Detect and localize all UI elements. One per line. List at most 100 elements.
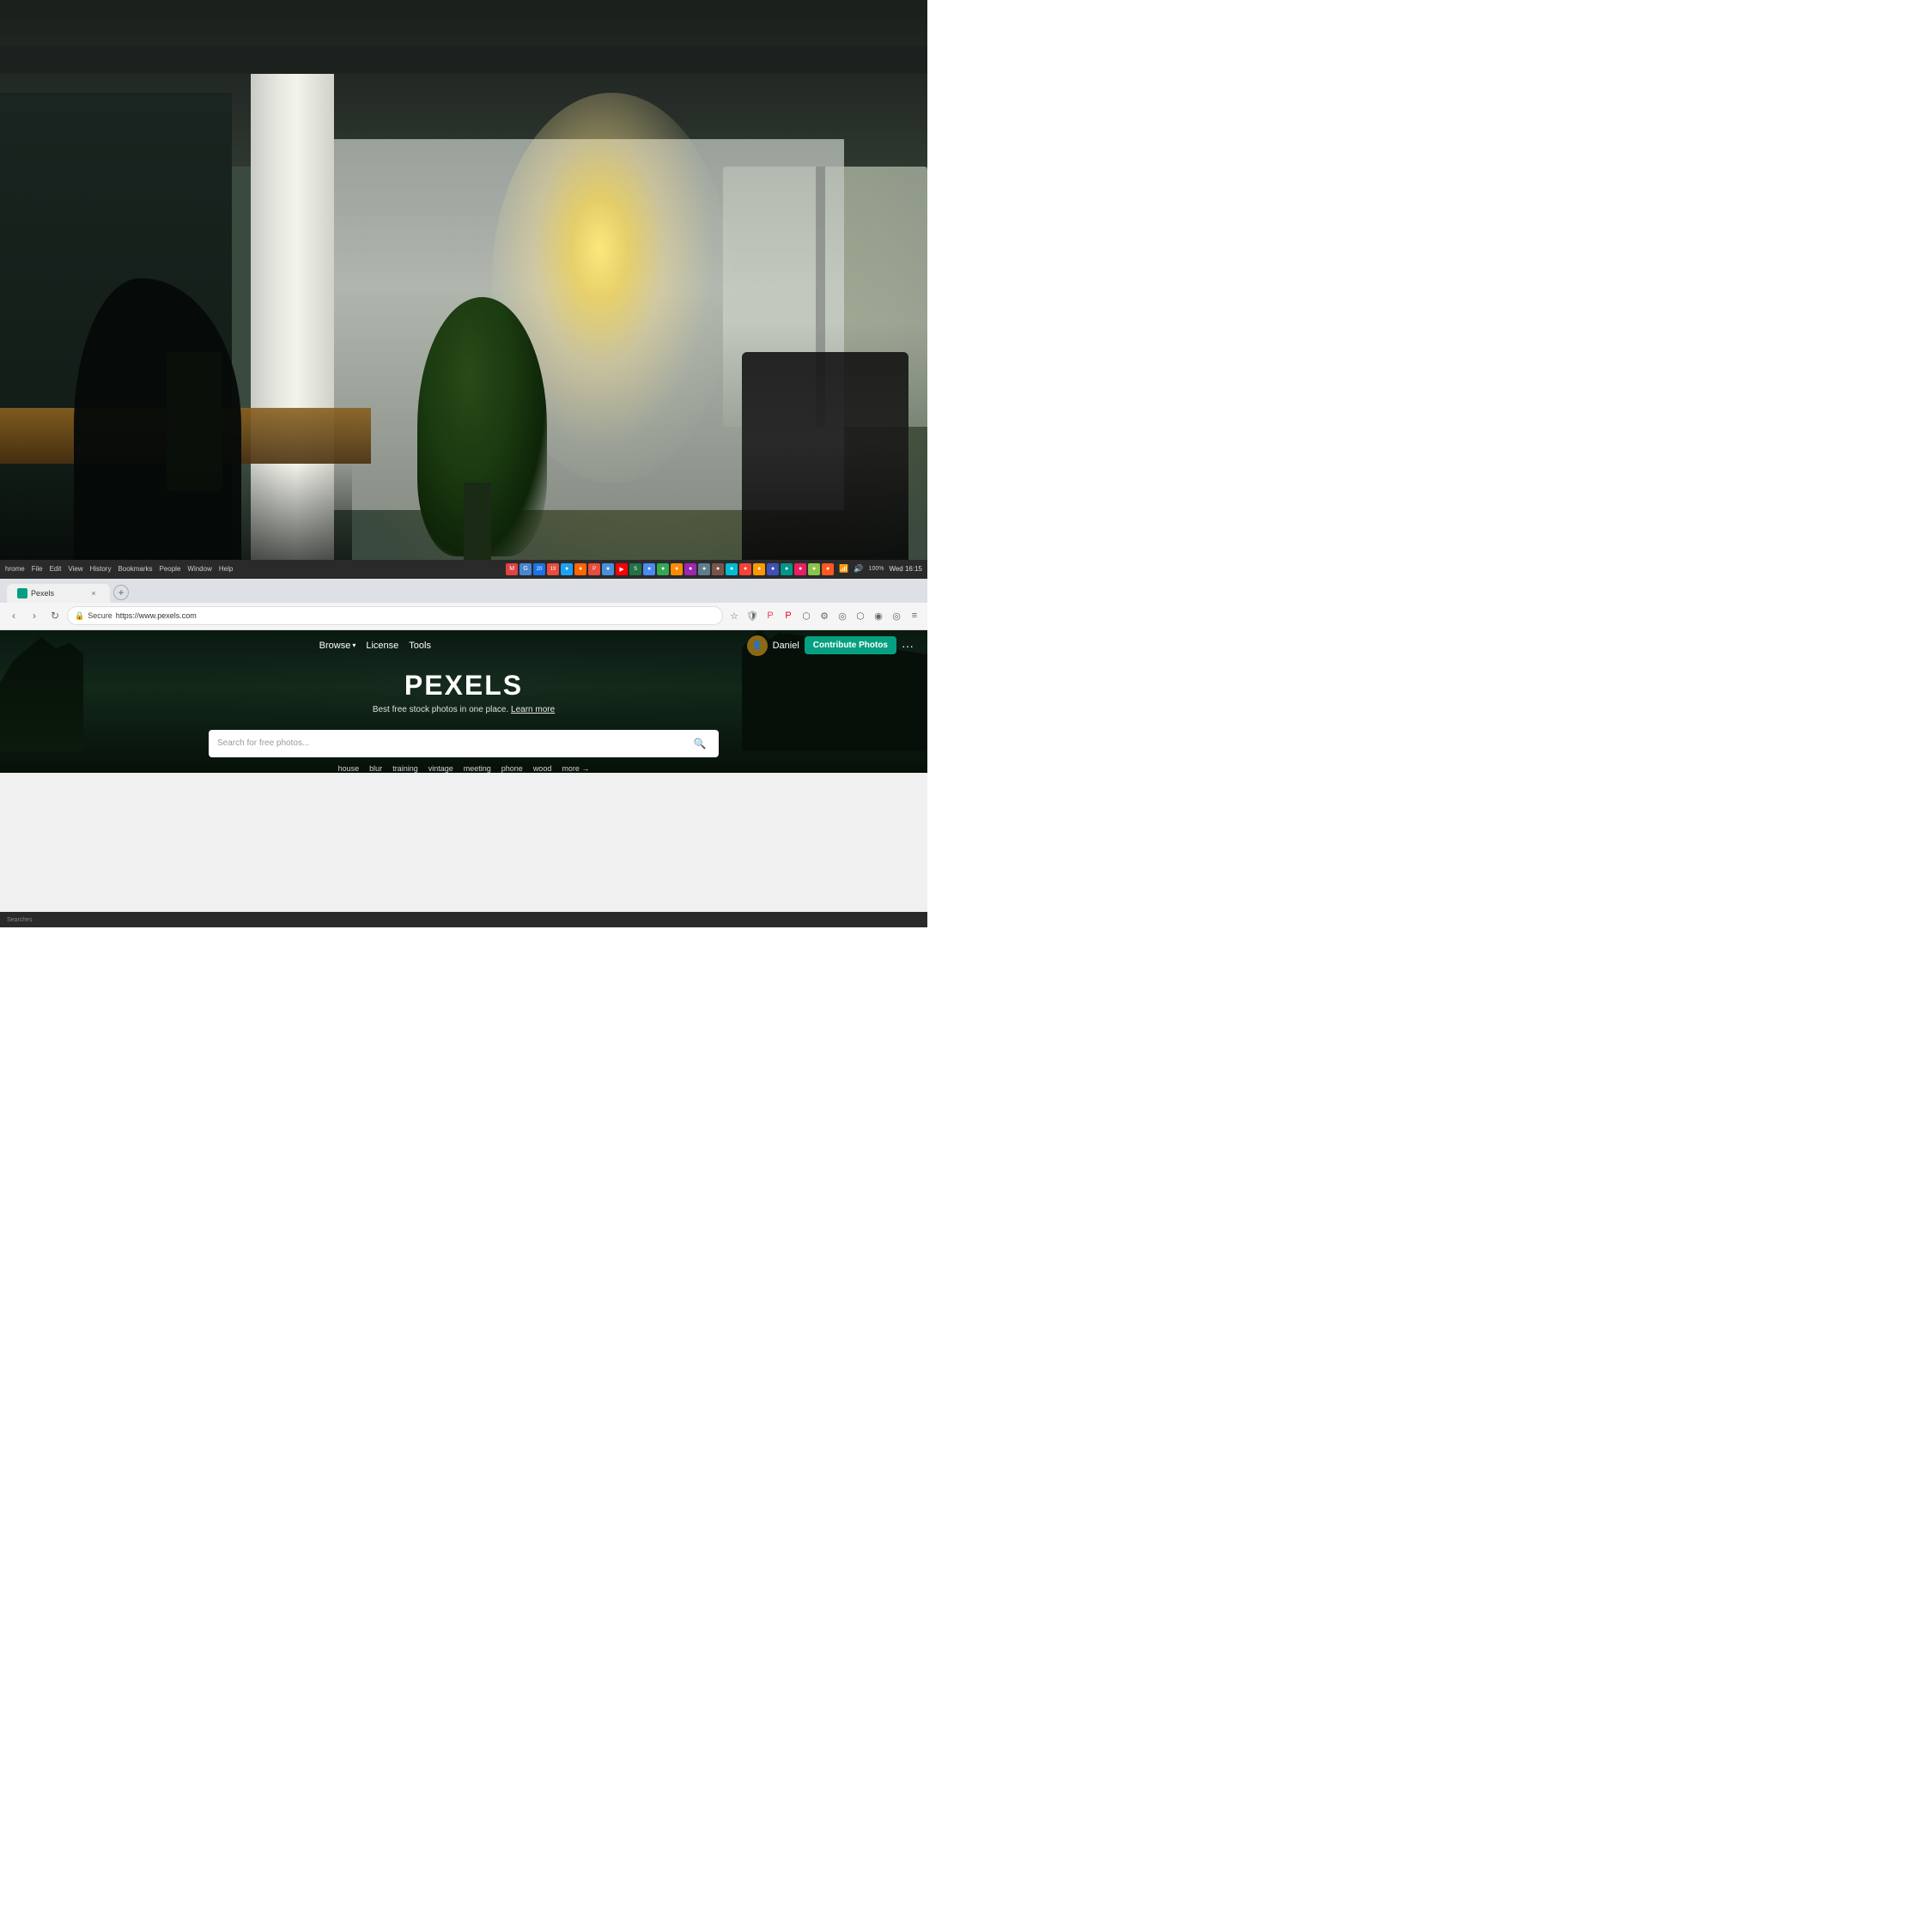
youtube-icon[interactable]: ▶ bbox=[616, 563, 628, 575]
ext-btn-3[interactable]: ◎ bbox=[835, 608, 850, 623]
taskbar-label: Searches bbox=[7, 917, 33, 923]
app-icon-5[interactable]: ● bbox=[657, 563, 669, 575]
search-bar-container: Search for free photos... 🔍 bbox=[0, 730, 927, 757]
system-menu-bar: hrome File Edit View History Bookmarks P… bbox=[0, 560, 927, 579]
clock: Wed 16:15 bbox=[889, 565, 922, 573]
username-label[interactable]: Daniel bbox=[773, 641, 799, 651]
gmail-icon[interactable]: M bbox=[506, 563, 518, 575]
menu-file[interactable]: File bbox=[32, 565, 43, 573]
app-icon-1[interactable]: ● bbox=[561, 563, 573, 575]
pexels-website: Browse ▾ License Tools 👤 Daniel Contribu… bbox=[0, 630, 927, 773]
pinterest-icon[interactable]: P bbox=[781, 608, 796, 623]
ext-btn-1[interactable]: ⬡ bbox=[799, 608, 814, 623]
bookmark-star-icon[interactable]: ☆ bbox=[726, 608, 742, 623]
ceiling-beam bbox=[0, 46, 927, 74]
pexels-tagline: Best free stock photos in one place. Lea… bbox=[0, 705, 927, 714]
tab-bar: Pexels × + bbox=[0, 579, 927, 603]
app-icon-10[interactable]: ● bbox=[726, 563, 738, 575]
google-icon[interactable]: G bbox=[519, 563, 532, 575]
suggestion-blur[interactable]: blur bbox=[369, 764, 382, 773]
app-icon-7[interactable]: ● bbox=[684, 563, 696, 575]
ext-btn-6[interactable]: ◎ bbox=[889, 608, 904, 623]
contribute-photos-button[interactable]: Contribute Photos bbox=[805, 636, 896, 654]
more-options-icon[interactable]: ··· bbox=[902, 639, 914, 653]
address-bar[interactable]: 🔒 Secure https://www.pexels.com bbox=[67, 606, 723, 625]
nav-right: 👤 Daniel Contribute Photos ··· bbox=[747, 635, 914, 656]
app-icon-17[interactable]: ● bbox=[822, 563, 834, 575]
suggestion-house[interactable]: house bbox=[338, 764, 360, 773]
url-text: https://www.pexels.com bbox=[116, 611, 197, 620]
chair bbox=[742, 352, 908, 574]
toolbar-right-buttons: ☆ 🛡 P P ⬡ ⚙ ◎ ⬡ ◉ ◎ ≡ bbox=[726, 608, 922, 623]
active-tab[interactable]: Pexels × bbox=[7, 584, 110, 603]
menu-window[interactable]: Window bbox=[187, 565, 211, 573]
tab-title: Pexels bbox=[31, 589, 54, 598]
app-icon-14[interactable]: ● bbox=[781, 563, 793, 575]
suggestion-wood[interactable]: wood bbox=[533, 764, 552, 773]
tab-close-button[interactable]: × bbox=[88, 587, 100, 599]
app-icon-4[interactable]: ● bbox=[643, 563, 655, 575]
app-icon-3[interactable]: ● bbox=[602, 563, 614, 575]
ext-btn-4[interactable]: ⬡ bbox=[853, 608, 868, 623]
tab-favicon bbox=[17, 588, 27, 598]
app-icon-9[interactable]: ● bbox=[712, 563, 724, 575]
volume-icon: 🔊 bbox=[854, 564, 863, 574]
app-icon-12[interactable]: ● bbox=[753, 563, 765, 575]
taskbar: Searches bbox=[0, 912, 927, 927]
pexels-logo: PEXELS bbox=[0, 670, 927, 702]
calendar-icon[interactable]: 20 bbox=[533, 563, 545, 575]
pocket-icon[interactable]: P bbox=[762, 608, 778, 623]
pdf-icon[interactable]: P bbox=[588, 563, 600, 575]
wifi-icon: 📶 bbox=[839, 564, 848, 574]
menu-help[interactable]: Help bbox=[219, 565, 233, 573]
search-suggestions: house blur training vintage meeting phon… bbox=[0, 764, 927, 773]
secure-label: Secure bbox=[88, 611, 112, 620]
new-tab-button[interactable]: + bbox=[113, 585, 129, 600]
learn-more-link[interactable]: Learn more bbox=[511, 705, 555, 714]
forward-button[interactable]: › bbox=[26, 607, 43, 624]
ext-btn-2[interactable]: ⚙ bbox=[817, 608, 832, 623]
address-bar-row: ‹ › ↻ 🔒 Secure https://www.pexels.com ☆ … bbox=[0, 603, 927, 630]
extension-icons: M G 20 19 ● ● P ● ▶ S ● ● ● ● ● ● ● ● ● … bbox=[506, 563, 834, 575]
suggestion-phone[interactable]: phone bbox=[501, 764, 523, 773]
pexels-navbar: Browse ▾ License Tools 👤 Daniel Contribu… bbox=[0, 630, 927, 661]
search-box[interactable]: Search for free photos... 🔍 bbox=[209, 730, 719, 757]
menu-history[interactable]: History bbox=[90, 565, 112, 573]
system-right-icons: M G 20 19 ● ● P ● ▶ S ● ● ● ● ● ● ● ● ● … bbox=[506, 563, 922, 575]
browse-nav-item[interactable]: Browse ▾ bbox=[319, 641, 356, 651]
app-icon-13[interactable]: ● bbox=[767, 563, 779, 575]
app-icon-15[interactable]: ● bbox=[794, 563, 806, 575]
user-avatar: 👤 bbox=[747, 635, 768, 656]
browse-chevron-icon: ▾ bbox=[352, 641, 355, 649]
browser-window: hrome File Edit View History Bookmarks P… bbox=[0, 560, 927, 912]
app-icon-2[interactable]: ● bbox=[574, 563, 586, 575]
search-submit-button[interactable]: 🔍 bbox=[690, 733, 710, 754]
app-icon-11[interactable]: ● bbox=[739, 563, 751, 575]
shields-icon[interactable]: 🛡 bbox=[744, 608, 760, 623]
battery-icon: 100% bbox=[869, 566, 884, 572]
more-extensions-icon[interactable]: ≡ bbox=[907, 608, 922, 623]
app-icon-8[interactable]: ● bbox=[698, 563, 710, 575]
menu-people[interactable]: People bbox=[159, 565, 180, 573]
license-nav-item[interactable]: License bbox=[366, 641, 398, 651]
pexels-hero: PEXELS Best free stock photos in one pla… bbox=[0, 661, 927, 730]
refresh-button[interactable]: ↻ bbox=[46, 607, 64, 624]
calendar2-icon[interactable]: 19 bbox=[547, 563, 559, 575]
suggestion-training[interactable]: training bbox=[392, 764, 418, 773]
search-input[interactable]: Search for free photos... bbox=[217, 738, 684, 748]
tools-nav-item[interactable]: Tools bbox=[409, 641, 431, 651]
suggestion-more[interactable]: more → bbox=[562, 764, 589, 773]
sheets-icon[interactable]: S bbox=[629, 563, 641, 575]
ext-btn-5[interactable]: ◉ bbox=[871, 608, 886, 623]
menu-edit[interactable]: Edit bbox=[50, 565, 62, 573]
menu-bookmarks[interactable]: Bookmarks bbox=[118, 565, 152, 573]
suggestion-vintage[interactable]: vintage bbox=[428, 764, 453, 773]
app-icon-6[interactable]: ● bbox=[671, 563, 683, 575]
menu-items: hrome File Edit View History Bookmarks P… bbox=[5, 565, 502, 573]
app-icon-16[interactable]: ● bbox=[808, 563, 820, 575]
suggestion-meeting[interactable]: meeting bbox=[464, 764, 491, 773]
secure-icon: 🔒 bbox=[75, 611, 84, 621]
back-button[interactable]: ‹ bbox=[5, 607, 22, 624]
menu-chrome[interactable]: hrome bbox=[5, 565, 25, 573]
menu-view[interactable]: View bbox=[68, 565, 82, 573]
